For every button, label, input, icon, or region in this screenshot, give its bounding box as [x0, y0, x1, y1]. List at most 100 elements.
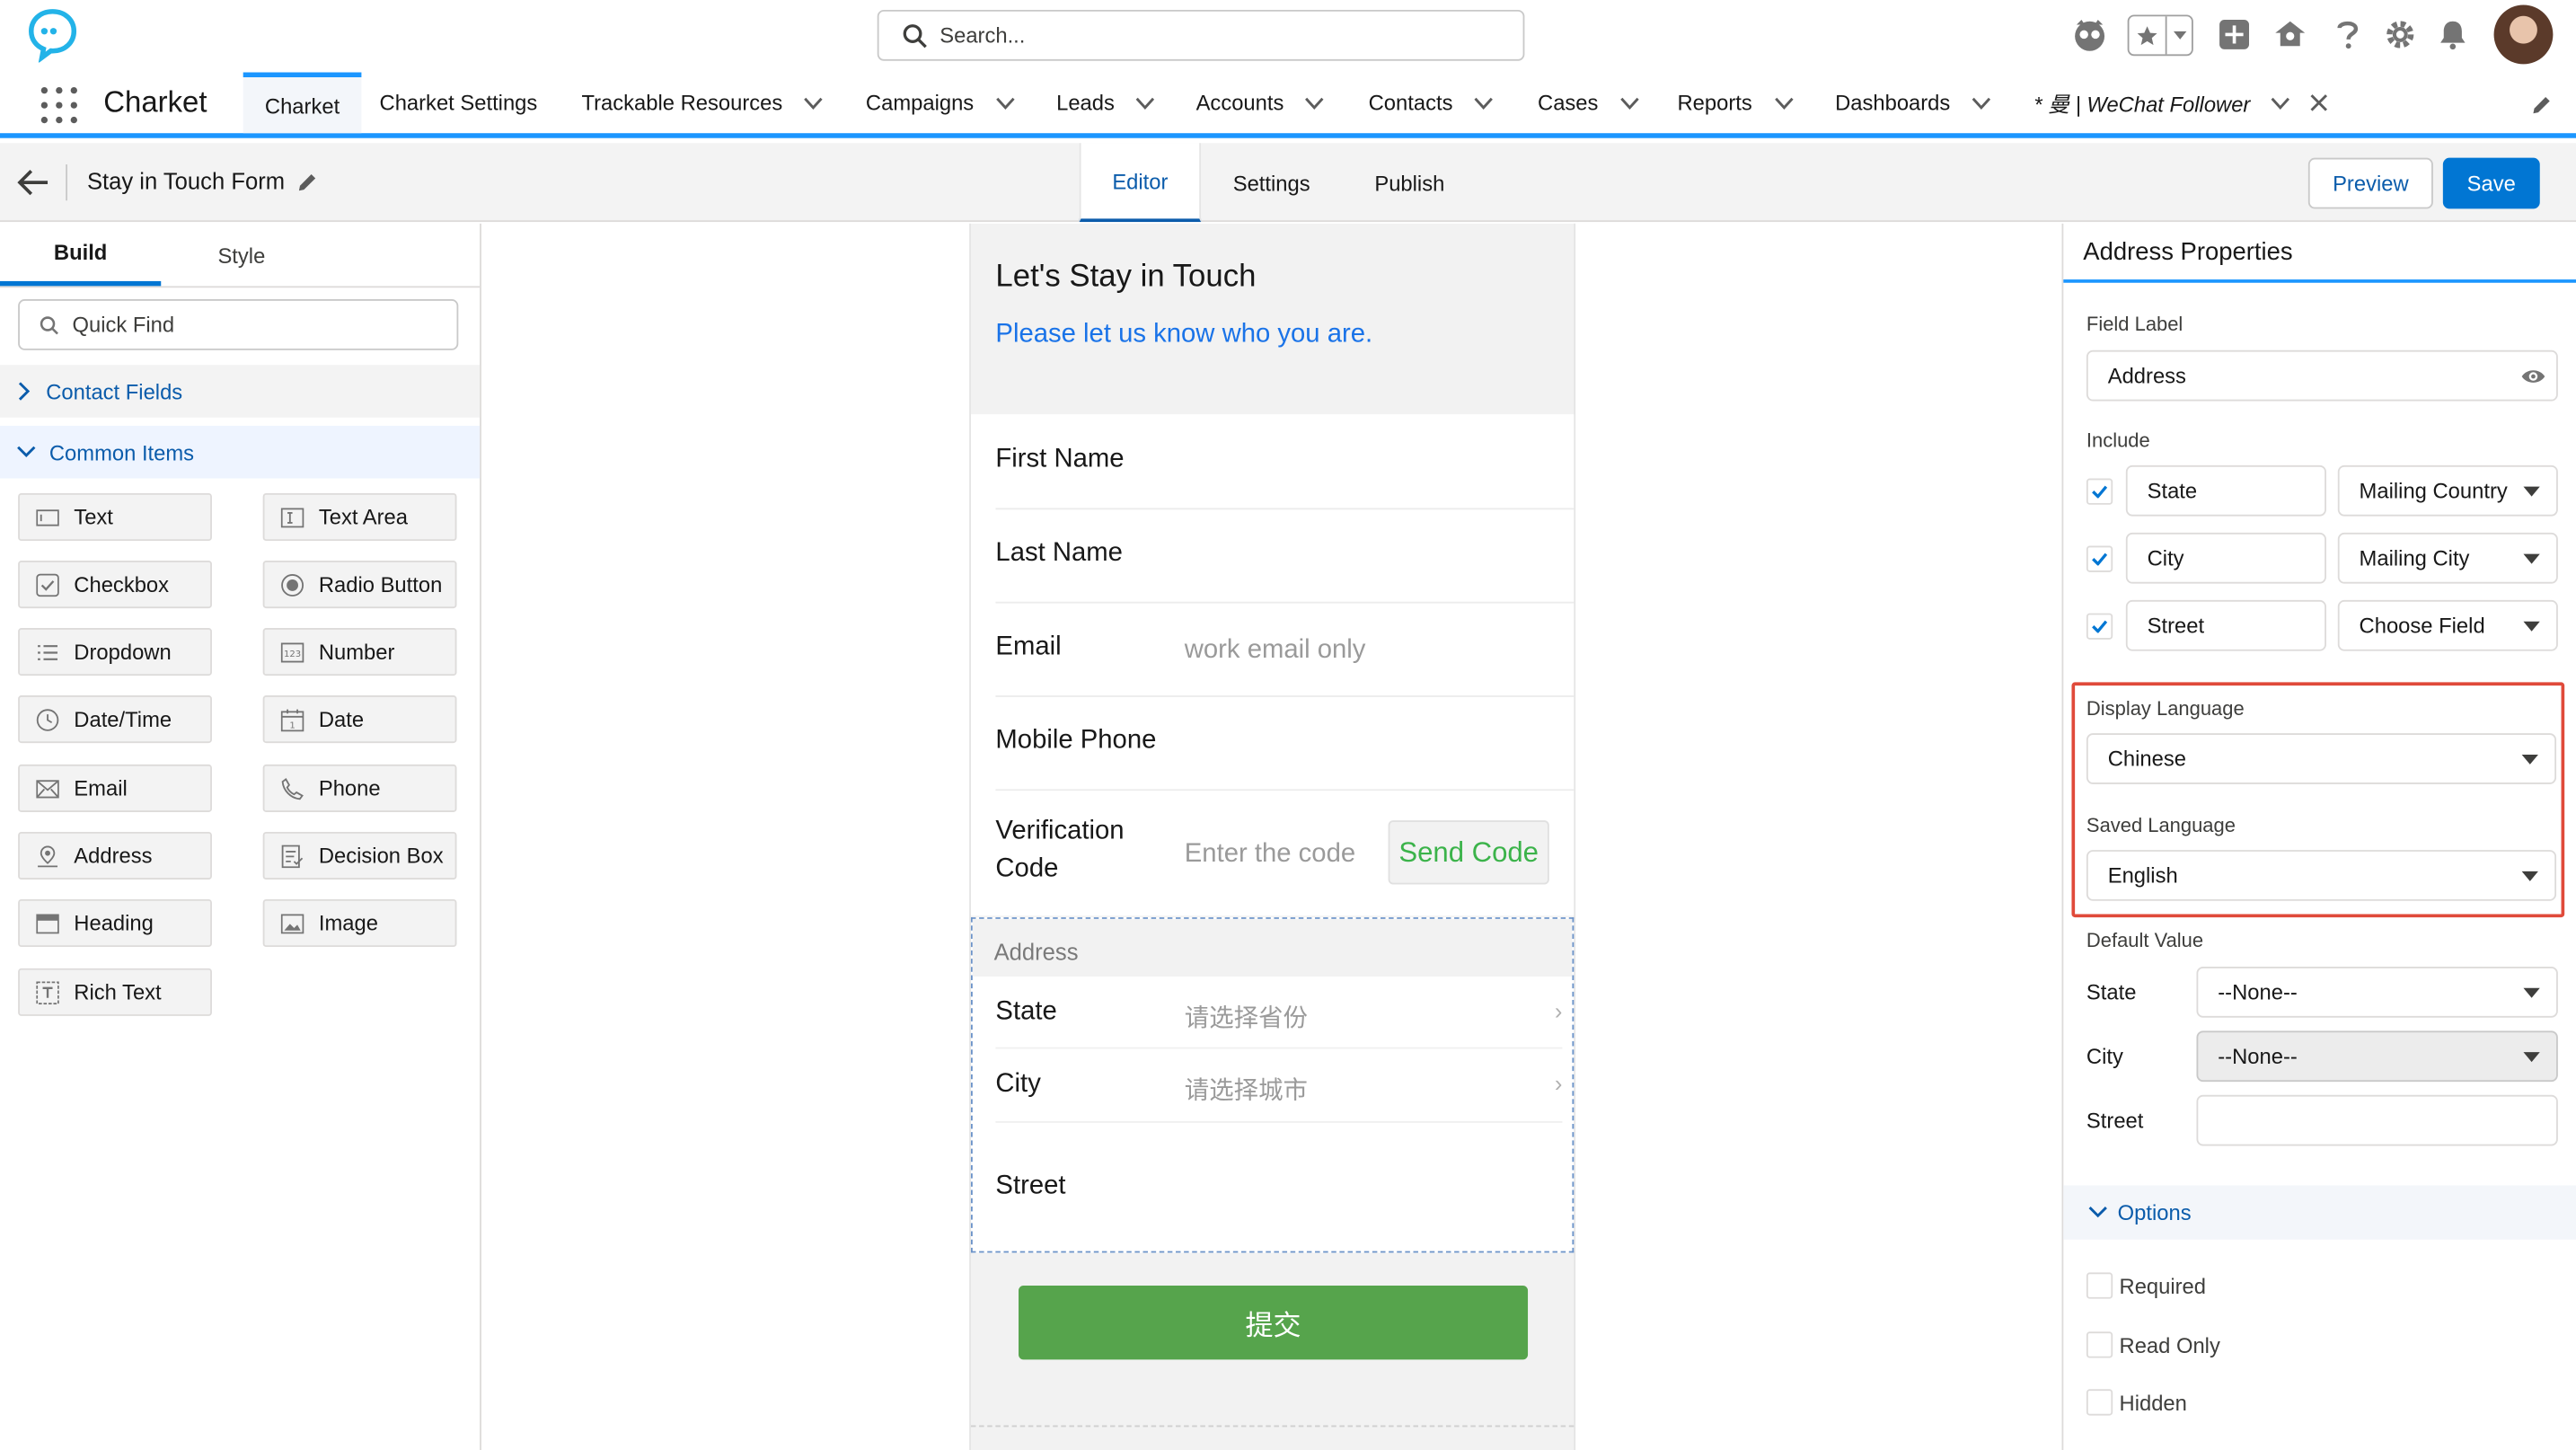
item-radio-button[interactable]: Radio Button	[262, 561, 457, 609]
street-mapping-select[interactable]: Choose Field	[2337, 599, 2558, 651]
app-launcher-icon[interactable]	[40, 86, 77, 124]
item-decision-box[interactable]: Decision Box	[262, 831, 457, 880]
search-icon	[903, 24, 927, 49]
hidden-checkbox[interactable]	[2086, 1389, 2113, 1416]
setup-assistant-icon[interactable]	[2271, 13, 2310, 57]
nav-tab-trackable-resources[interactable]: Trackable Resources	[581, 73, 824, 134]
nav-tab-accounts[interactable]: Accounts	[1196, 73, 1326, 134]
form-heading[interactable]: Let's Stay in Touch	[995, 260, 1256, 296]
default-city-select[interactable]: --None--	[2196, 1030, 2558, 1083]
edit-title-pencil-icon[interactable]	[296, 171, 319, 194]
tab-style[interactable]: Style	[161, 224, 322, 287]
item-email[interactable]: Email	[18, 764, 212, 812]
item-text[interactable]: Text	[18, 492, 212, 542]
save-button[interactable]: Save	[2442, 157, 2540, 209]
include-city-field[interactable]: City	[2125, 532, 2326, 584]
nav-tab-charket[interactable]: Charket	[243, 72, 362, 134]
item-text-area[interactable]: Text Area	[262, 492, 457, 542]
nav-tab-leads[interactable]: Leads	[1056, 73, 1156, 134]
form-subheading[interactable]: Please let us know who you are.	[995, 321, 1372, 350]
nav-tab-label: * 曼 | WeChat Follower	[2033, 92, 2251, 117]
item-dropdown[interactable]: Dropdown	[18, 628, 212, 676]
preview-button[interactable]: Preview	[2307, 157, 2433, 209]
global-actions-icon[interactable]	[2216, 13, 2252, 57]
item-address[interactable]: Address	[18, 831, 212, 880]
charket-logo-icon[interactable]	[26, 6, 79, 63]
option-required[interactable]: Required	[2086, 1272, 2206, 1299]
number-123-icon: 123	[280, 641, 304, 664]
notifications-bell-icon[interactable]	[2435, 13, 2471, 57]
edit-nav-pencil-icon[interactable]	[2530, 93, 2554, 117]
chevron-down-icon[interactable]	[1474, 96, 1494, 110]
tab-editor[interactable]: Editor	[1079, 143, 1202, 223]
item-heading[interactable]: Heading	[18, 898, 212, 948]
include-state-field[interactable]: State	[2125, 464, 2326, 517]
address-city-row[interactable]: City 请选择城市 ›	[995, 1048, 1562, 1121]
nav-tab-cases[interactable]: Cases	[1538, 73, 1639, 134]
include-street-field[interactable]: Street	[2125, 599, 2326, 651]
text-area-icon	[280, 506, 304, 529]
chevron-down-icon[interactable]	[1619, 96, 1639, 110]
nav-tab-charket-settings[interactable]: Charket Settings	[380, 73, 538, 134]
read-only-checkbox[interactable]	[2086, 1331, 2113, 1358]
field-last-name[interactable]: Last Name	[995, 509, 1575, 604]
help-icon[interactable]	[2331, 13, 2364, 57]
default-state-select[interactable]: --None--	[2196, 967, 2558, 1018]
item-date-time[interactable]: Date/Time	[18, 695, 212, 744]
global-search-input[interactable]: Search...	[877, 9, 1525, 61]
address-state-row[interactable]: State 请选择省份 ›	[995, 977, 1563, 1049]
address-street-row[interactable]: Street	[995, 1121, 1563, 1252]
chevron-down-icon[interactable]	[1972, 96, 1991, 110]
field-first-name[interactable]: First Name	[995, 414, 1575, 510]
required-checkbox[interactable]	[2086, 1272, 2113, 1299]
tab-build[interactable]: Build	[0, 224, 162, 287]
user-avatar[interactable]	[2493, 4, 2554, 65]
section-common-items[interactable]: Common Items	[0, 425, 481, 479]
quick-find-input[interactable]: Quick Find	[18, 299, 459, 350]
include-city-checkbox[interactable]	[2086, 545, 2113, 572]
options-section[interactable]: Options	[2063, 1185, 2576, 1240]
include-state-checkbox[interactable]	[2086, 478, 2113, 505]
field-email[interactable]: Email work email only	[995, 604, 1575, 697]
nav-tab-dashboards[interactable]: Dashboards	[1835, 73, 1991, 134]
chevron-down-icon[interactable]	[804, 96, 824, 110]
tab-settings[interactable]: Settings	[1211, 143, 1332, 222]
chevron-down-icon[interactable]	[995, 96, 1015, 110]
item-image[interactable]: Image	[262, 898, 457, 948]
item-rich-text[interactable]: Rich Text	[18, 968, 212, 1016]
default-street-input[interactable]	[2196, 1094, 2558, 1146]
submit-button[interactable]: 提交	[1019, 1286, 1529, 1360]
chevron-down-icon[interactable]	[1774, 96, 1794, 110]
back-arrow-icon[interactable]	[16, 169, 49, 196]
nav-tab-campaigns[interactable]: Campaigns	[866, 73, 1015, 134]
nav-tab-contacts[interactable]: Contacts	[1369, 73, 1495, 134]
chevron-down-icon[interactable]	[2270, 96, 2289, 110]
nav-tab-wechat-follower[interactable]: * 曼 | WeChat Follower	[2033, 73, 2327, 134]
guidance-icon[interactable]	[2069, 13, 2112, 57]
chevron-down-icon[interactable]	[1136, 96, 1156, 110]
favorites-dropdown-icon[interactable]	[2167, 16, 2192, 54]
setup-gear-icon[interactable]	[2382, 13, 2418, 57]
send-code-button[interactable]: Send Code	[1388, 820, 1549, 885]
state-mapping-select[interactable]: Mailing Country	[2337, 464, 2558, 517]
item-checkbox[interactable]: Checkbox	[18, 561, 212, 609]
close-tab-icon[interactable]	[2309, 93, 2327, 111]
favorites-button[interactable]	[2127, 14, 2193, 57]
tab-publish[interactable]: Publish	[1349, 143, 1470, 222]
item-date[interactable]: 1 Date	[262, 695, 457, 744]
item-phone[interactable]: Phone	[262, 764, 457, 812]
address-field-selected[interactable]: Address State 请选择省份 › City 请选择城市 › Stree…	[970, 917, 1575, 1253]
include-street-checkbox[interactable]	[2086, 613, 2113, 640]
field-mobile-phone[interactable]: Mobile Phone	[995, 697, 1575, 791]
section-contact-fields[interactable]: Contact Fields	[0, 365, 481, 418]
eye-icon[interactable]	[2520, 367, 2546, 386]
item-number[interactable]: 123 Number	[262, 628, 457, 676]
nav-tab-label: Contacts	[1368, 90, 1453, 116]
option-read-only[interactable]: Read Only	[2086, 1331, 2220, 1358]
city-mapping-select[interactable]: Mailing City	[2337, 532, 2558, 584]
option-hidden[interactable]: Hidden	[2086, 1389, 2187, 1416]
field-label-input[interactable]: Address	[2086, 349, 2558, 402]
chevron-down-icon[interactable]	[1305, 96, 1325, 110]
nav-tab-reports[interactable]: Reports	[1677, 73, 1793, 134]
favorites-star-icon[interactable]	[2129, 16, 2168, 55]
